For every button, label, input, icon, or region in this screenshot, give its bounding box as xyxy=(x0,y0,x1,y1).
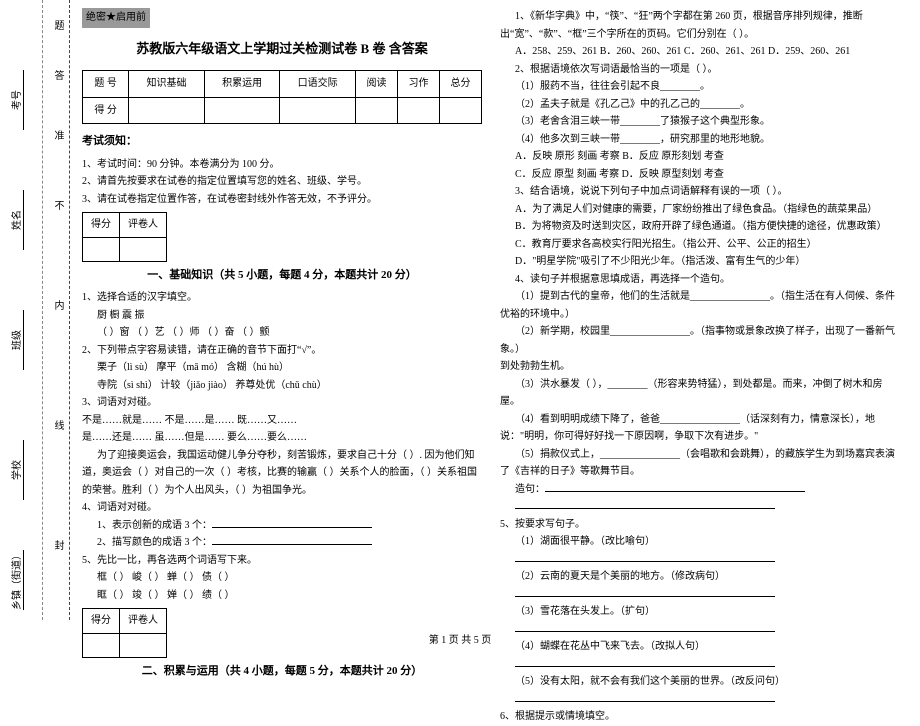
score-h4: 阅读 xyxy=(355,71,397,98)
score-c4[interactable] xyxy=(355,97,397,124)
r4-l2: （2）新学期，校园里________________。（指事物或景象改换了样子，… xyxy=(500,323,900,358)
r3-A: A．为了满足人们对健康的需要，厂家纷纷推出了绿色食品。（指绿色的蔬菜果品） xyxy=(500,201,900,219)
r5-b2[interactable] xyxy=(500,586,900,604)
score-h6: 总分 xyxy=(439,71,481,98)
field-township[interactable]: 乡镇（街道） xyxy=(8,550,24,610)
mini1-c2: 评卷人 xyxy=(120,213,167,238)
r4-l6: （5）捐款仪式上，________________（会唱歌和会跳舞），的藏族学生… xyxy=(500,446,900,481)
score-h0: 题 号 xyxy=(83,71,129,98)
r5-l2: （2）云南的夏天是个美丽的地方。（修改病句） xyxy=(500,568,900,586)
score-c2[interactable] xyxy=(204,97,280,124)
r1-opts: A．258、259、261 B．260、260、261 C．260、261、26… xyxy=(500,43,900,61)
r3-B: B．为将物资及时送到灾区，政府开辟了绿色通道。（指方便快捷的途径，优惠政策） xyxy=(500,218,900,236)
inside-char: 内 xyxy=(50,300,65,310)
page-footer: 第 1 页 共 5 页 xyxy=(0,631,920,646)
notice-2: 2、请首先按要求在试卷的指定位置填写您的姓名、班级、学号。 xyxy=(82,173,482,191)
seal-char: 封 xyxy=(50,540,65,550)
q3-stem: 3、词语对对碰。 xyxy=(82,394,482,412)
mini-score-1: 得分评卷人 xyxy=(82,212,167,262)
q1-row1: 厨 橱 震 振 xyxy=(82,307,482,325)
quasi-char: 准 xyxy=(50,130,65,140)
r2-l4: （4）他多次到三峡一带________，研究那里的地形地貌。 xyxy=(500,131,900,149)
r2-B: C．反应 原型 刻画 考察 D．反映 原型刻划 考查 xyxy=(500,166,900,184)
r3-C: C．教育厅要求各高校实行阳光招生。（指公开、公平、公正的招生） xyxy=(500,236,900,254)
r5-l3: （3）雪花落在头发上。（扩句） xyxy=(500,603,900,621)
exam-title: 苏教版六年级语文上学期过关检测试卷 B 卷 含答案 xyxy=(82,38,482,61)
q2-stem: 2、下列带点字容易读错，请在正确的音节下面打“√”。 xyxy=(82,342,482,360)
score-h2: 积累运用 xyxy=(204,71,280,98)
score-h1: 知识基础 xyxy=(129,71,205,98)
q4-l2: 2、描写颜色的成语 3 个： xyxy=(82,534,482,552)
q5-l2: 眶（ ） 竣（ ） 婵（ ） 绩（ ） xyxy=(82,587,482,605)
mini1-c1: 得分 xyxy=(83,213,120,238)
r4-make: 造句： xyxy=(500,481,900,499)
score-h3: 口语交际 xyxy=(280,71,356,98)
q4-l1: 1、表示创新的成语 3 个： xyxy=(82,517,482,535)
q3-b: 是……还是…… 虽……但是…… 要么……要么…… xyxy=(82,429,482,447)
field-name[interactable]: 姓名 xyxy=(8,190,24,250)
answer-char: 答 xyxy=(50,70,65,80)
q2-l1: 栗子（lì sù） 摩平（mā mó） 含糊（hú hù） xyxy=(82,359,482,377)
r6-stem: 6、根据提示或情境填空。 xyxy=(500,708,900,726)
q4-stem: 4、词语对对碰。 xyxy=(82,499,482,517)
r5-b5[interactable] xyxy=(500,691,900,709)
r4-l4: （3）洪水暴发（ ），________（形容来势特猛），到处都是。而来，冲倒了树… xyxy=(500,376,900,411)
mini2-c2: 评卷人 xyxy=(120,609,167,634)
page-body: 绝密★启用前 苏教版六年级语文上学期过关检测试卷 B 卷 含答案 题 号 知识基… xyxy=(82,8,902,618)
mini1-b1[interactable] xyxy=(83,237,120,262)
r1-stem: 1、《新华字典》中，“筷”、“狂”两个字都在第 260 页，根据音序排列规律，推… xyxy=(500,8,900,43)
r5-b1[interactable] xyxy=(500,551,900,569)
r2-stem: 2、根据语境依次写词语最恰当的一项是（ ）。 xyxy=(500,61,900,79)
r3-D: D．"明星学院"吸引了不少阳光少年。（指活泼、富有生气的少年） xyxy=(500,253,900,271)
score-h5: 习作 xyxy=(397,71,439,98)
r2-l2: （2）孟夫子就是《孔乙己》中的孔乙己的________。 xyxy=(500,96,900,114)
r4-make2 xyxy=(500,498,900,516)
q3-para: 为了迎接奥运会，我国运动健儿争分夺秒，刻苦锻炼，要求自己十分（ ）. 因为他们知… xyxy=(82,447,482,500)
left-column: 绝密★启用前 苏教版六年级语文上学期过关检测试卷 B 卷 含答案 题 号 知识基… xyxy=(82,8,482,618)
r5-b4[interactable] xyxy=(500,656,900,674)
r4-stem: 4、读句子并根据意思填成语，再选择一个造句。 xyxy=(500,271,900,289)
r4-l5: （4）看到明明成绩下降了，爸爸________________（话深刻有力，情意… xyxy=(500,411,900,446)
mini2-c1: 得分 xyxy=(83,609,120,634)
score-c3[interactable] xyxy=(280,97,356,124)
r5-l1: （1）湖面很平静。（改比喻句） xyxy=(500,533,900,551)
field-seat[interactable]: 考号 xyxy=(8,70,24,130)
q5-stem: 5、先比一比，再各选两个词语写下来。 xyxy=(82,552,482,570)
r5-stem: 5、按要求写句子。 xyxy=(500,516,900,534)
q3-a: 不是……就是…… 不是……是…… 既……又…… xyxy=(82,412,482,430)
r2-l3: （3）老舍含泪三峡一带________了猿猴子这个典型形象。 xyxy=(500,113,900,131)
r4-l1: （1）提到古代的皇帝，他们的生活就是________________。（指生活在… xyxy=(500,288,900,323)
binding-margin: 乡镇（街道） 学校 班级 姓名 考号 封 线 内 不 准 答 题 xyxy=(0,0,70,620)
notice-3: 3、请在试卷指定位置作答，在试卷密封线外作答无效，不予评分。 xyxy=(82,191,482,209)
score-rowlabel: 得 分 xyxy=(83,97,129,124)
r4-l3: 到处勃勃生机。 xyxy=(500,358,900,376)
section-2-head: 二、积累与运用（共 4 小题，每题 5 分，本题共计 20 分） xyxy=(82,662,482,681)
q5-l1: 框（ ） 峻（ ） 蝉（ ） 债（ ） xyxy=(82,569,482,587)
q1-row2: （ ）窗 （ ）艺 （ ）师 （ ）奋 （ ）颤 xyxy=(82,324,482,342)
section-1-head: 一、基础知识（共 5 小题，每题 4 分，本题共计 20 分） xyxy=(82,266,482,285)
q2-l2: 寺院（sì shì） 计较（jiǎo jiào） 养尊处优（chǔ chù） xyxy=(82,377,482,395)
r3-stem: 3、结合语境，说说下列句子中加点词语解释有误的一项（ ）。 xyxy=(500,183,900,201)
right-column: 1、《新华字典》中，“筷”、“狂”两个字都在第 260 页，根据音序排列规律，推… xyxy=(500,8,900,618)
line-char: 线 xyxy=(50,420,65,430)
secret-tag: 绝密★启用前 xyxy=(82,8,150,28)
r2-l1: （1）服药不当，往往会引起不良________。 xyxy=(500,78,900,96)
r5-l5: （5）没有太阳，就不会有我们这个美丽的世界。（改反问句） xyxy=(500,673,900,691)
r2-A: A．反映 原形 刻画 考察 B．反应 原形刻划 考查 xyxy=(500,148,900,166)
mini1-b2[interactable] xyxy=(120,237,167,262)
score-table: 题 号 知识基础 积累运用 口语交际 阅读 习作 总分 得 分 xyxy=(82,70,482,124)
no-char: 不 xyxy=(50,200,65,210)
field-class[interactable]: 班级 xyxy=(8,310,24,370)
notice-head: 考试须知： xyxy=(82,132,482,151)
score-c6[interactable] xyxy=(439,97,481,124)
q1-stem: 1、选择合适的汉字填空。 xyxy=(82,289,482,307)
field-school[interactable]: 学校 xyxy=(8,440,24,500)
notice-1: 1、考试时间：90 分钟。本卷满分为 100 分。 xyxy=(82,156,482,174)
question-char: 题 xyxy=(50,20,65,30)
score-c1[interactable] xyxy=(129,97,205,124)
score-c5[interactable] xyxy=(397,97,439,124)
